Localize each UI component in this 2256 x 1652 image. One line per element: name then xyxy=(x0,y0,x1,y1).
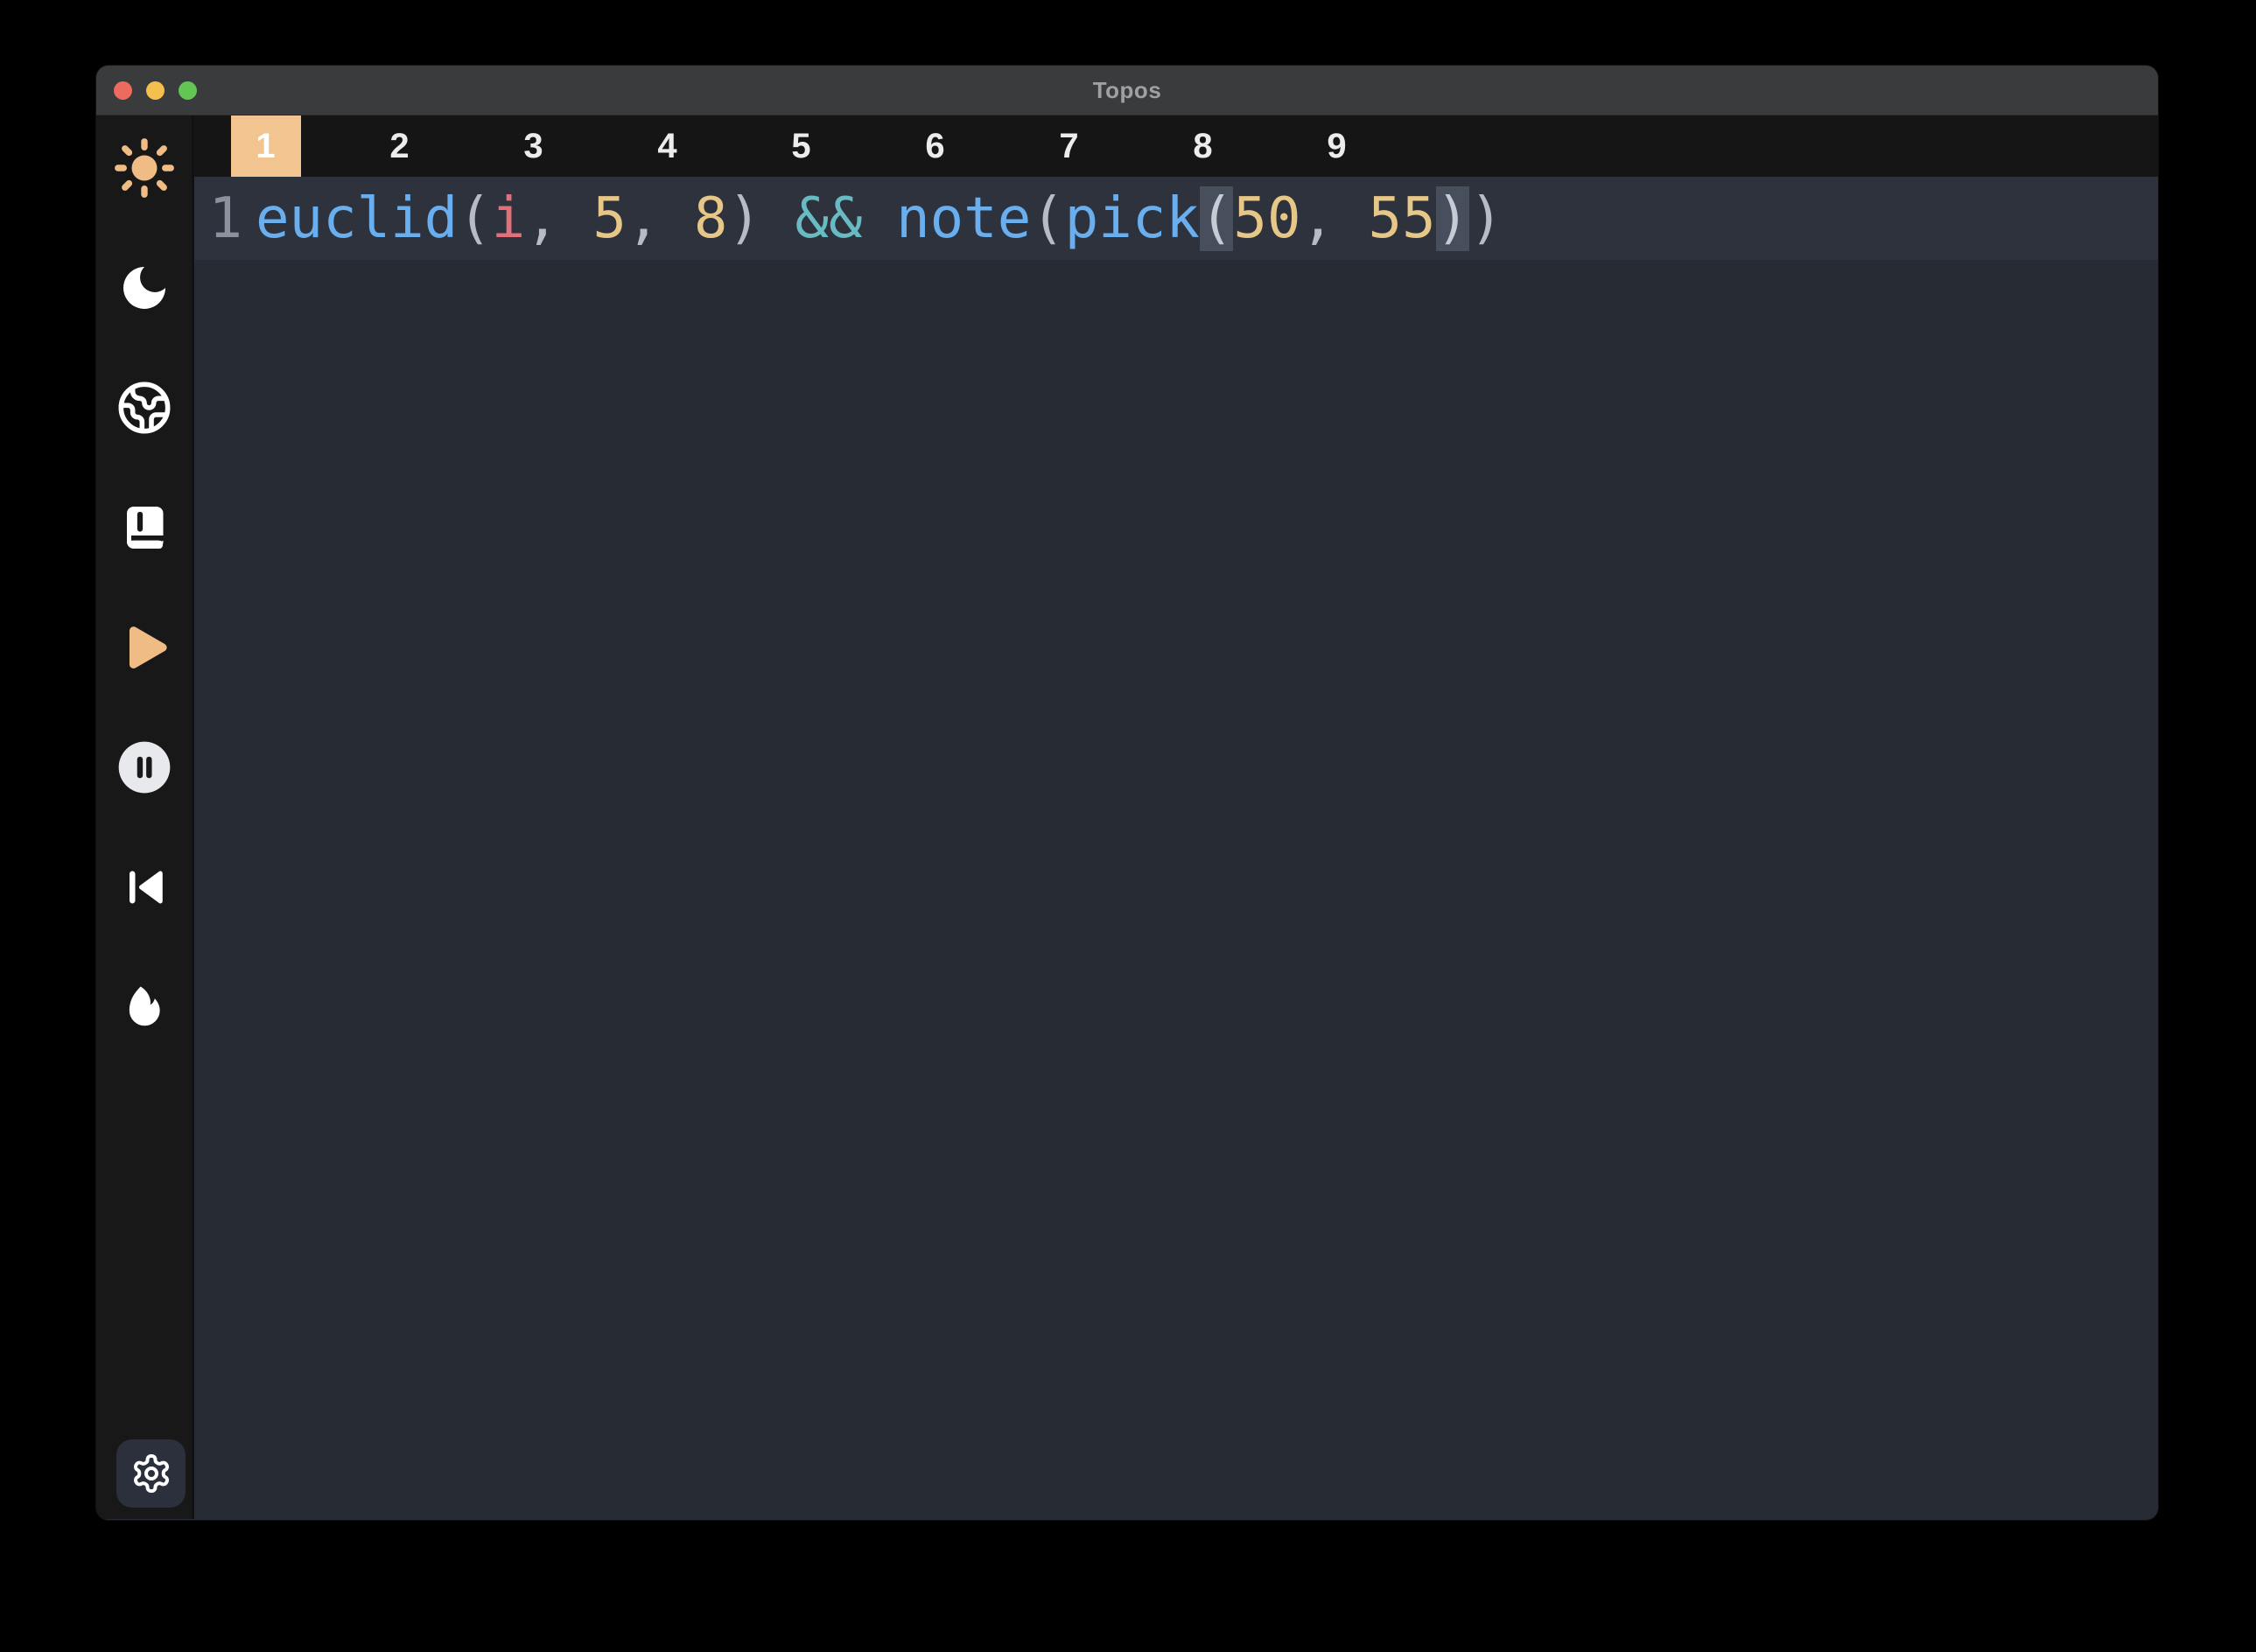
active-code-line[interactable]: 1 euclid(i, 5, 8) && note(pick(50, 55)) xyxy=(194,177,2158,260)
code-line-tokens: euclid(i, 5, 8) && note(pick(50, 55)) xyxy=(256,186,1503,251)
tab-6[interactable]: 6 xyxy=(868,116,1002,177)
tab-9[interactable]: 9 xyxy=(1270,116,1404,177)
skip-back-icon xyxy=(118,861,171,914)
tab-label: 2 xyxy=(365,116,435,177)
title-bar[interactable]: Topos xyxy=(96,66,2158,116)
sidebar xyxy=(96,116,194,1519)
tab-label: 8 xyxy=(1168,116,1238,177)
tab-label: 1 xyxy=(231,116,301,177)
tab-label: 3 xyxy=(499,116,569,177)
desktop: { "window": { "title": "Topos", "traffic… xyxy=(0,0,2256,1652)
traffic-lights xyxy=(114,66,197,115)
window-body: 123456789 1 euclid(i, 5, 8) && note(pick… xyxy=(96,116,2158,1519)
line-number: 1 xyxy=(194,186,256,251)
code-token-paren: ) xyxy=(1469,186,1503,251)
moon-icon xyxy=(116,260,172,316)
code-token-function: euclid xyxy=(256,186,458,251)
minimize-button[interactable] xyxy=(146,81,165,100)
app-window: Topos xyxy=(96,66,2158,1520)
flame-button[interactable] xyxy=(96,977,192,1037)
settings-button[interactable] xyxy=(116,1439,186,1508)
book-button[interactable] xyxy=(96,498,192,557)
code-token-number: 5 xyxy=(592,186,627,251)
play-button[interactable] xyxy=(96,618,192,677)
code-token-paren xyxy=(863,186,897,251)
code-token-paren: , xyxy=(1300,186,1368,251)
moon-button[interactable] xyxy=(96,258,192,318)
tab-label: 4 xyxy=(633,116,703,177)
code-token-paren: , xyxy=(525,186,592,251)
tab-4[interactable]: 4 xyxy=(600,116,734,177)
code-token-paren: ( xyxy=(458,186,492,251)
editor-empty-area[interactable] xyxy=(194,260,2158,1519)
tab-1[interactable]: 1 xyxy=(199,116,333,177)
main-panel: 123456789 1 euclid(i, 5, 8) && note(pick… xyxy=(194,116,2158,1519)
code-token-function: pick xyxy=(1065,186,1200,251)
tab-label: 7 xyxy=(1034,116,1104,177)
tab-7[interactable]: 7 xyxy=(1002,116,1136,177)
code-token-operator: && xyxy=(795,186,863,251)
settings-icon xyxy=(130,1452,172,1494)
flame-icon xyxy=(119,982,170,1032)
code-editor[interactable]: 1 euclid(i, 5, 8) && note(pick(50, 55)) xyxy=(194,177,2158,1519)
tab-label: 6 xyxy=(900,116,970,177)
play-icon xyxy=(116,619,173,676)
book-icon xyxy=(118,501,171,554)
tab-bar: 1 2 3 4 5 6 7 8 9 xyxy=(194,116,2158,177)
code-token-function: note xyxy=(896,186,1031,251)
tab-8[interactable]: 8 xyxy=(1136,116,1270,177)
code-token-paren-matched: ( xyxy=(1200,186,1234,251)
tab-5[interactable]: 5 xyxy=(734,116,868,177)
close-button[interactable] xyxy=(114,81,132,100)
tab-label: 9 xyxy=(1302,116,1372,177)
zoom-button[interactable] xyxy=(179,81,197,100)
sun-button[interactable] xyxy=(96,138,192,198)
window-title: Topos xyxy=(1093,77,1162,104)
tab-label: 5 xyxy=(767,116,837,177)
code-token-paren-matched: ) xyxy=(1436,186,1470,251)
code-token-paren: , xyxy=(627,186,694,251)
globe-icon xyxy=(116,380,172,436)
code-token-number: 50 xyxy=(1233,186,1300,251)
code-token-number: 55 xyxy=(1369,186,1436,251)
sun-icon xyxy=(112,136,177,200)
tab-2[interactable]: 2 xyxy=(333,116,466,177)
code-token-variable: i xyxy=(492,186,526,251)
code-token-paren: ) xyxy=(727,186,795,251)
pause-button[interactable] xyxy=(96,738,192,797)
code-token-number: 8 xyxy=(694,186,728,251)
skip-back-button[interactable] xyxy=(96,858,192,917)
code-token-paren: ( xyxy=(1031,186,1065,251)
tab-3[interactable]: 3 xyxy=(466,116,600,177)
pause-icon xyxy=(116,739,172,795)
globe-button[interactable] xyxy=(96,378,192,438)
